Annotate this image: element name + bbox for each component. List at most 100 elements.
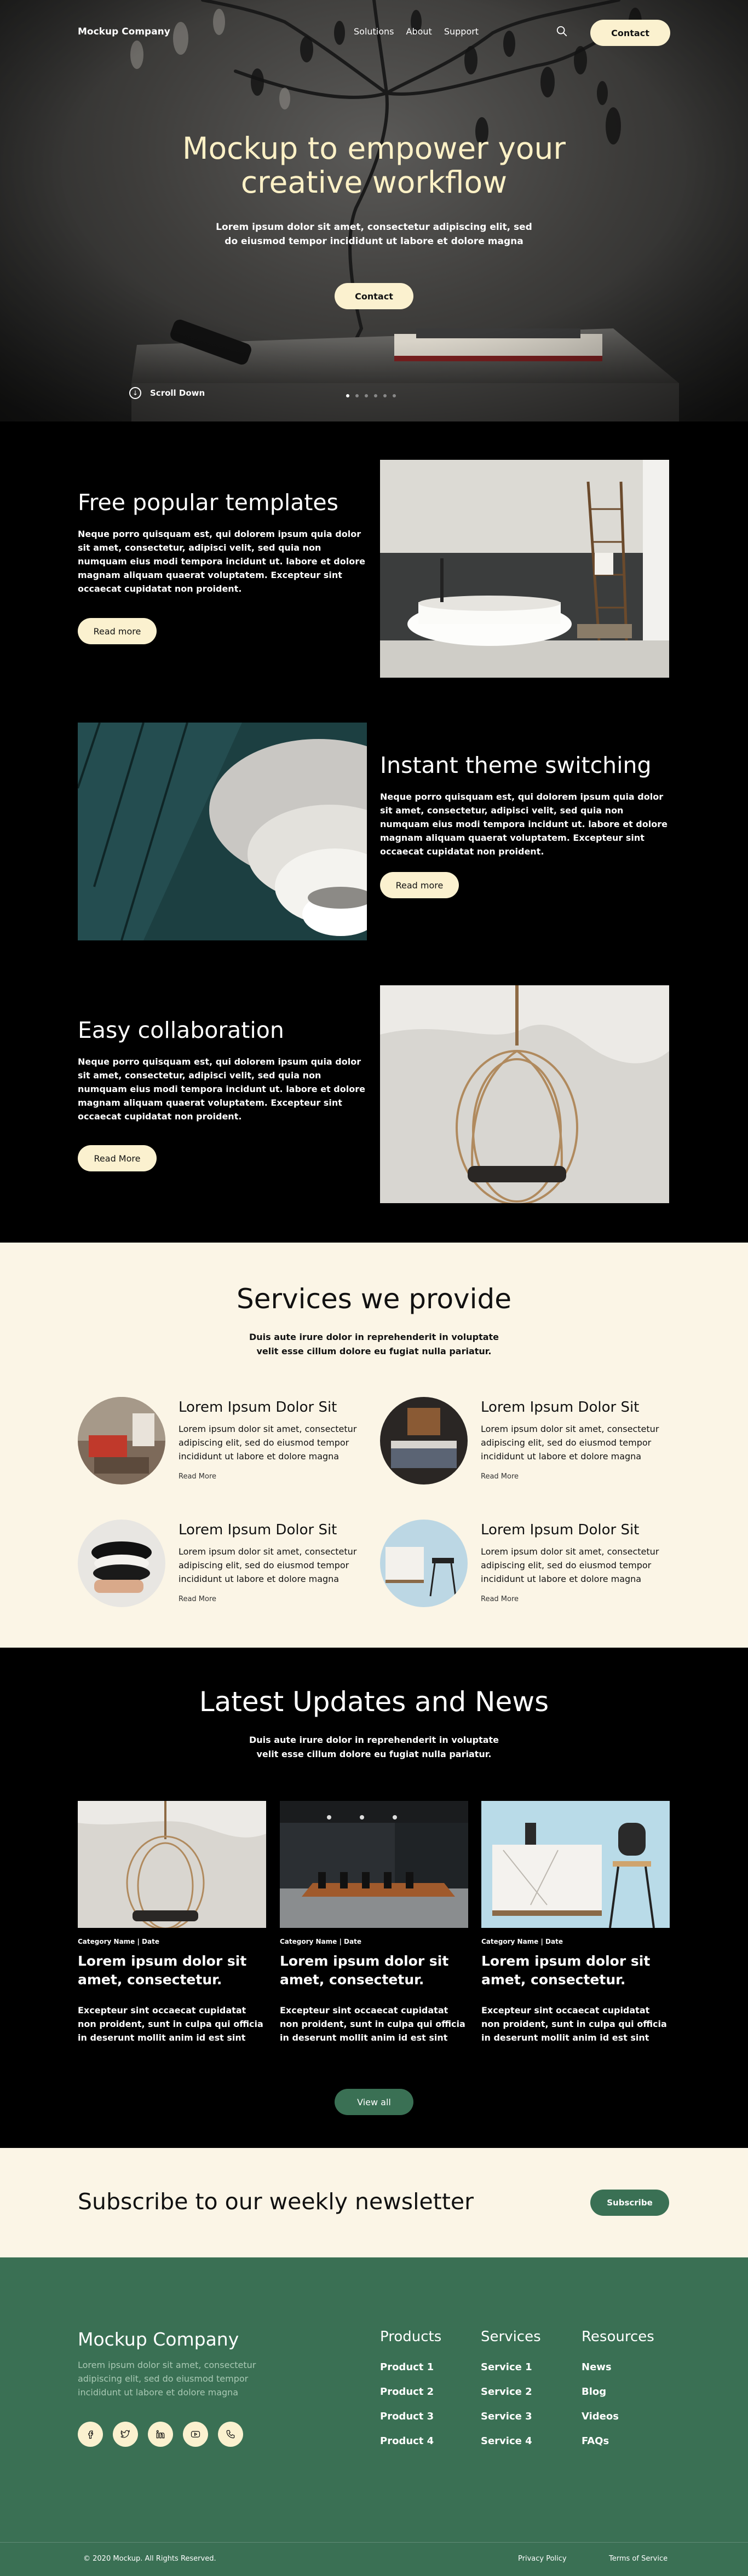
footer-link[interactable]: News (582, 2361, 680, 2373)
hero-title: Mockup to empower your creative workflow (182, 131, 566, 200)
facebook-icon[interactable] (78, 2422, 103, 2447)
logo[interactable]: Mockup Company (78, 26, 170, 37)
phone-icon[interactable] (218, 2422, 243, 2447)
scroll-down-link[interactable]: ↓ Scroll Down (129, 387, 205, 399)
footer-column-title: Services (481, 2329, 541, 2345)
news-card-meta: Category Name | Date (78, 1938, 159, 1945)
feature-text: Neque porro quisquam est, qui dolorem ip… (78, 529, 365, 594)
services-subtitle: Duis aute irure dolor in reprehenderit i… (249, 1332, 499, 1356)
footer-column-services: Services Service 1 Service 2 Service 3 S… (481, 2329, 579, 2460)
scroll-down-label: Scroll Down (150, 388, 205, 398)
service-read-more-link[interactable]: Read More (481, 1472, 519, 1481)
bathroom-photo (380, 460, 669, 678)
slider-dot[interactable] (374, 394, 377, 397)
slider-dot[interactable] (393, 394, 396, 397)
news-title: Latest Updates and News (199, 1686, 549, 1718)
nav-link-support[interactable]: Support (444, 26, 479, 37)
footer-link[interactable]: Product 2 (380, 2386, 479, 2398)
slider-dot[interactable] (383, 394, 387, 397)
footer-link[interactable]: Videos (582, 2411, 680, 2422)
news-card[interactable]: Category Name | Date Lorem ipsum dolor s… (78, 1801, 266, 2044)
footer-description: Lorem ipsum dolor sit amet, consectetur … (78, 2360, 256, 2398)
top-navigation: Mockup Company Solutions About Support C… (0, 0, 748, 66)
footer-link[interactable]: Service 2 (481, 2386, 579, 2398)
footer-link[interactable]: Blog (582, 2386, 680, 2398)
footer-column-title: Products (380, 2329, 442, 2345)
slider-dot[interactable] (355, 394, 359, 397)
pendant-lamp-photo (78, 723, 367, 940)
view-all-button[interactable]: View all (335, 2089, 413, 2115)
slider-dot[interactable] (346, 394, 349, 397)
service-image (380, 1520, 468, 1607)
news-subtitle: Duis aute irure dolor in reprehenderit i… (249, 1735, 499, 1759)
nav-contact-button[interactable]: Contact (590, 20, 670, 46)
service-item: Lorem Ipsum Dolor Sit Lorem ipsum dolor … (78, 1520, 373, 1613)
terms-of-service-link[interactable]: Terms of Service (609, 2555, 668, 2563)
footer-column-products: Products Product 1 Product 2 Product 3 P… (380, 2329, 479, 2460)
feature-title: Free popular templates (78, 489, 339, 516)
slider-dot[interactable] (365, 394, 368, 397)
footer-link[interactable]: Service 4 (481, 2435, 579, 2447)
feature-title: Instant theme switching (380, 752, 652, 778)
hanging-chair-photo (380, 985, 669, 1203)
footer-link[interactable]: Product 4 (380, 2435, 479, 2447)
youtube-icon[interactable] (183, 2422, 208, 2447)
news-card[interactable]: Category Name | Date Lorem ipsum dolor s… (481, 1801, 670, 2044)
hero-subtitle: Lorem ipsum dolor sit amet, consectetur … (216, 222, 532, 247)
news-card[interactable]: Category Name | Date Lorem ipsum dolor s… (280, 1801, 468, 2044)
read-more-button[interactable]: Read more (380, 872, 459, 898)
footer-link[interactable]: Service 3 (481, 2411, 579, 2422)
footer-column-resources: Resources News Blog Videos FAQs (582, 2329, 680, 2460)
footer-link[interactable]: Product 3 (380, 2411, 479, 2422)
read-more-button[interactable]: Read More (78, 1145, 157, 1171)
service-title: Lorem Ipsum Dolor Sit (179, 1399, 337, 1416)
feature-title: Easy collaboration (78, 1017, 284, 1043)
features-section: Free popular templates Neque porro quisq… (0, 421, 748, 1243)
footer-link[interactable]: Service 1 (481, 2361, 579, 2373)
news-card-title[interactable]: Lorem ipsum dolor sit amet, consectetur. (78, 1952, 266, 1989)
service-read-more-link[interactable]: Read More (481, 1595, 519, 1603)
twitter-icon[interactable] (113, 2422, 138, 2447)
services-section: Services we provide Duis aute irure dolo… (0, 1243, 748, 1648)
service-item: Lorem Ipsum Dolor Sit Lorem ipsum dolor … (78, 1397, 373, 1490)
service-text: Lorem ipsum dolor sit amet, consectetur … (179, 1424, 357, 1462)
service-item: Lorem Ipsum Dolor Sit Lorem ipsum dolor … (380, 1520, 676, 1613)
news-section: Latest Updates and News Duis aute irure … (0, 1648, 748, 2148)
service-image (380, 1397, 468, 1485)
footer-brand[interactable]: Mockup Company (78, 2329, 239, 2350)
search-icon[interactable] (556, 25, 568, 37)
news-card-title[interactable]: Lorem ipsum dolor sit amet, consectetur. (481, 1952, 670, 1989)
service-image (78, 1397, 165, 1485)
news-card-meta: Category Name | Date (481, 1938, 563, 1945)
news-card-text: Excepteur sint occaecat cupidatat non pr… (280, 2005, 465, 2043)
footer-column-title: Resources (582, 2329, 654, 2345)
service-read-more-link[interactable]: Read More (179, 1595, 216, 1603)
feature-text: Neque porro quisquam est, qui dolorem ip… (78, 1056, 365, 1122)
read-more-button[interactable]: Read more (78, 618, 157, 644)
arrow-down-icon: ↓ (129, 387, 141, 399)
news-card-text: Excepteur sint occaecat cupidatat non pr… (78, 2005, 263, 2043)
footer-link[interactable]: FAQs (582, 2435, 680, 2447)
nav-links: Solutions About Support (354, 26, 479, 37)
hero-contact-button[interactable]: Contact (335, 283, 413, 309)
footer-link[interactable]: Product 1 (380, 2361, 479, 2373)
news-card-meta: Category Name | Date (280, 1938, 361, 1945)
service-read-more-link[interactable]: Read More (179, 1472, 216, 1481)
newsletter-section: Subscribe to our weekly newsletter Subsc… (0, 2148, 748, 2257)
service-text: Lorem ipsum dolor sit amet, consectetur … (481, 1424, 659, 1462)
privacy-policy-link[interactable]: Privacy Policy (518, 2555, 567, 2563)
feature-text: Neque porro quisquam est, qui dolorem ip… (380, 792, 668, 857)
service-title: Lorem Ipsum Dolor Sit (481, 1522, 640, 1538)
news-card-title[interactable]: Lorem ipsum dolor sit amet, consectetur. (280, 1952, 468, 1989)
hero-section: Mockup Company Solutions About Support C… (0, 0, 748, 421)
news-card-image (481, 1801, 670, 1928)
service-image (78, 1520, 165, 1607)
nav-link-solutions[interactable]: Solutions (354, 26, 394, 37)
linkedin-icon[interactable] (148, 2422, 173, 2447)
news-card-image (280, 1801, 468, 1928)
nav-link-about[interactable]: About (406, 26, 432, 37)
subscribe-button[interactable]: Subscribe (590, 2190, 669, 2216)
services-title: Services we provide (236, 1283, 512, 1315)
service-text: Lorem ipsum dolor sit amet, consectetur … (481, 1546, 659, 1584)
copyright-text: © 2020 Mockup. All Rights Reserved. (83, 2555, 216, 2563)
